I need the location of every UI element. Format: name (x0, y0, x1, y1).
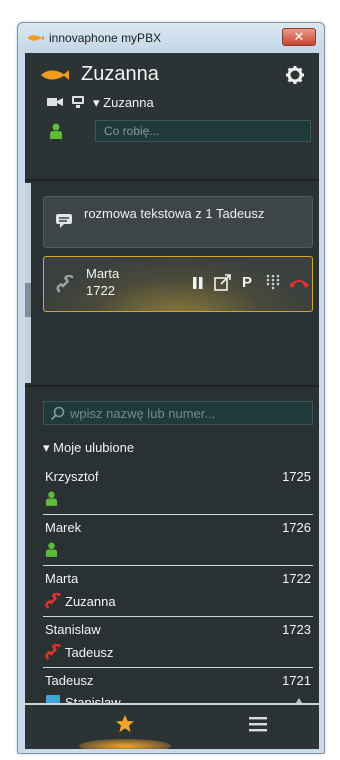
chevron-down-icon: ▾ (43, 440, 50, 455)
hold-icon[interactable] (192, 276, 204, 290)
call-party-number: 1722 (86, 283, 115, 298)
favorites-header[interactable]: ▾ Moje ulubione (43, 440, 134, 456)
contact-number: 1723 (282, 622, 311, 637)
device-label: Zuzanna (103, 95, 154, 110)
contact-name: Stanislaw (45, 622, 101, 637)
hang-up-icon[interactable] (288, 277, 310, 289)
dialpad-icon[interactable] (266, 274, 280, 290)
tab-favorites[interactable] (105, 706, 145, 740)
active-tab-indicator (79, 739, 171, 749)
contact-number: 1726 (282, 520, 311, 535)
call-party: Marta 1722 (86, 265, 119, 299)
innovaphone-logo-icon (27, 35, 44, 41)
title-bar[interactable]: innovaphone myPBX ✕ (18, 23, 324, 53)
chevron-down-icon: ▾ (93, 95, 100, 110)
device-selector[interactable]: ▾ Zuzanna (93, 95, 154, 111)
contact-number: 1721 (282, 673, 311, 688)
call-active-icon (45, 644, 61, 660)
bottom-bar (25, 703, 319, 749)
search-input[interactable]: wpisz nazwę lub numer... (43, 401, 313, 425)
handset-icon (56, 275, 74, 293)
gear-icon[interactable] (285, 65, 305, 85)
favorite-row[interactable]: Krzysztof 1725 (43, 465, 313, 515)
contact-name: Marta (45, 571, 79, 586)
favorite-row[interactable]: Marta 1722 Zuzanna (43, 567, 313, 617)
chat-session-card[interactable]: rozmowa tekstowa z 1 Tadeusz (43, 196, 313, 248)
star-icon (116, 714, 134, 732)
favorite-row[interactable]: Stanislaw 1723 Tadeusz (43, 618, 313, 668)
person-available-icon (45, 542, 58, 557)
close-button[interactable]: ✕ (282, 28, 316, 46)
call-active-icon (45, 593, 61, 609)
tab-menu[interactable] (243, 709, 273, 739)
user-name: Zuzanna (81, 63, 159, 85)
contact-call-partner: Tadeusz (65, 645, 114, 660)
favorites-title: Moje ulubione (53, 440, 135, 455)
contact-number: 1725 (282, 469, 311, 484)
innovaphone-logo-icon (41, 70, 69, 80)
active-call-card[interactable]: Marta 1722 P (43, 256, 313, 312)
user-header (25, 53, 319, 181)
scrollbar-thumb[interactable] (25, 283, 31, 317)
app-window: innovaphone myPBX ✕ Zuzanna ▾ Zuzanna Co… (17, 22, 325, 754)
device-icons (47, 96, 85, 109)
contact-call-partner: Zuzanna (65, 594, 116, 609)
desk-phone-icon[interactable] (71, 96, 85, 109)
search-icon (50, 406, 65, 421)
call-party-name: Marta (86, 266, 120, 281)
video-camera-icon[interactable] (47, 96, 63, 108)
transfer-icon[interactable] (214, 274, 232, 291)
chat-session-label: rozmowa tekstowa z 1 Tadeusz (84, 206, 265, 221)
search-placeholder: wpisz nazwę lub numer... (70, 406, 216, 421)
person-available-icon (45, 491, 58, 506)
mypbx-app: Zuzanna ▾ Zuzanna Co robię... rozmowa te… (25, 53, 319, 749)
contact-name: Tadeusz (45, 673, 94, 688)
contact-name: Krzysztof (45, 469, 99, 484)
presence-available-icon[interactable] (49, 123, 63, 139)
status-input[interactable]: Co robię... (95, 120, 311, 142)
window-title: innovaphone myPBX (49, 31, 162, 45)
contact-name: Marek (45, 520, 82, 535)
menu-icon (249, 717, 267, 732)
contact-number: 1722 (282, 571, 311, 586)
favorite-row[interactable]: Marek 1726 (43, 516, 313, 566)
chat-bubble-icon (56, 214, 72, 228)
park-button[interactable]: P (242, 274, 252, 291)
